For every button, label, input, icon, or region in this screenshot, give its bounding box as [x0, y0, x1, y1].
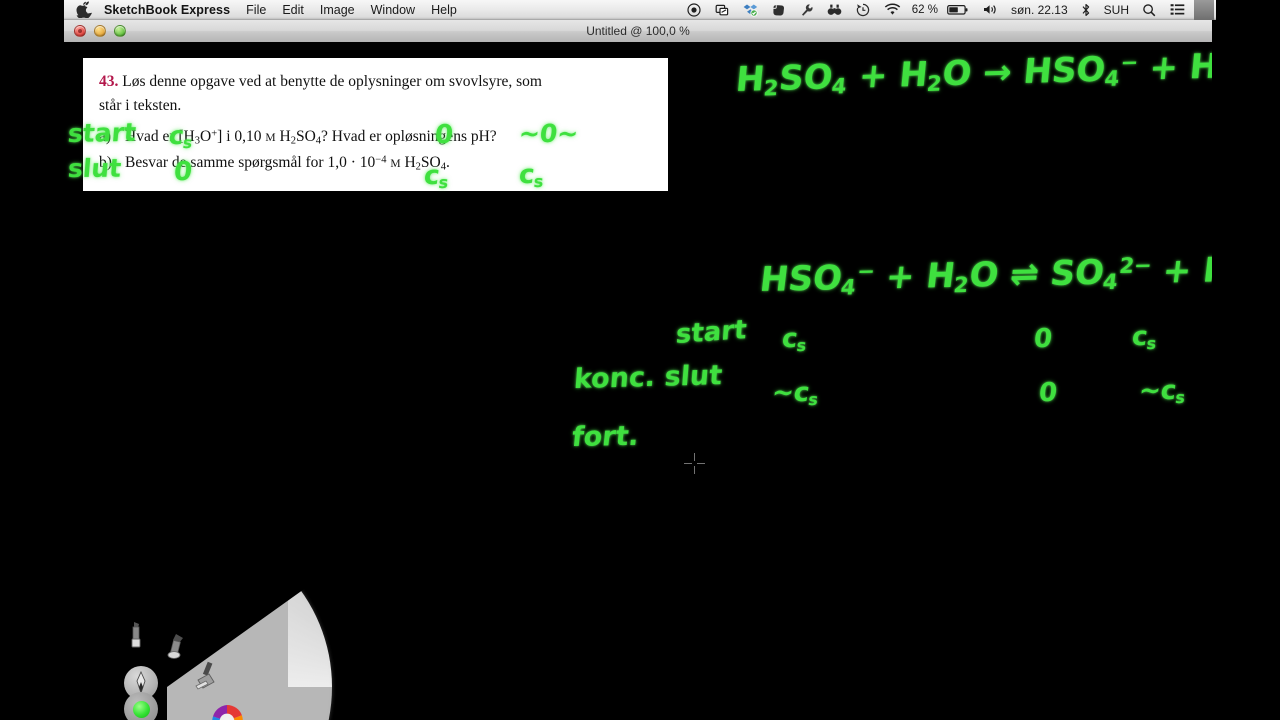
eq2-slut-product-1: 0: [1037, 378, 1059, 408]
menu-window[interactable]: Window: [371, 3, 415, 17]
color-wheel-icon[interactable]: [210, 704, 244, 720]
exercise-line-1-text: Løs denne opgave ved at benytte de oplys…: [122, 73, 542, 90]
mac-menu-bar: SketchBook Express File Edit Image Windo…: [64, 0, 1216, 20]
lagoon-tool-palette: [64, 522, 342, 720]
crosshair-cursor: [684, 453, 705, 474]
bluetooth-icon[interactable]: [1081, 3, 1091, 17]
time-machine-icon[interactable]: [856, 3, 870, 17]
menu-image[interactable]: Image: [320, 3, 355, 17]
eq1-start-reactant: cs: [167, 121, 194, 152]
eq1-slut-product-1: cs: [422, 161, 450, 193]
handwritten-equation-1: H2SO4 + H2O → HSO4− + H3O+: [734, 46, 1212, 101]
menu-file[interactable]: File: [246, 3, 266, 17]
eq1-row-label-start: start: [66, 117, 138, 149]
eq2-start-reactant: cs: [780, 324, 808, 356]
menu-bar-status-area: 62 % søn. 22.13 SUH: [680, 0, 1216, 20]
apple-logo-icon[interactable]: [76, 1, 92, 19]
color-swatch-dot: [132, 700, 150, 718]
window-title: Untitled @ 100,0 %: [586, 24, 690, 38]
close-window-button[interactable]: [74, 25, 86, 37]
screen-root: SketchBook Express File Edit Image Windo…: [0, 0, 1280, 720]
menu-clock[interactable]: søn. 22.13: [1011, 3, 1068, 17]
eq2-row-label-konc-slut: konc. slut: [572, 360, 724, 396]
menu-app-name[interactable]: SketchBook Express: [104, 3, 230, 17]
eq1-slut-product-2: cs: [517, 160, 545, 192]
eq2-start-product-2: cs: [1130, 322, 1158, 354]
window-title-bar: Untitled @ 100,0 %: [64, 20, 1212, 43]
minimize-window-button[interactable]: [94, 25, 106, 37]
eq2-start-product-1: 0: [1032, 324, 1054, 354]
wifi-icon[interactable]: [884, 3, 901, 16]
airbrush-tool-icon[interactable]: [159, 629, 193, 663]
binoculars-icon[interactable]: [827, 3, 842, 17]
eq1-start-product-1: 0: [433, 120, 455, 150]
battery-icon[interactable]: [947, 4, 969, 16]
menu-help[interactable]: Help: [431, 3, 457, 17]
current-color-swatch[interactable]: [124, 692, 158, 720]
screen-share-icon[interactable]: [715, 3, 729, 17]
eq2-row-label-start: start: [674, 314, 748, 351]
exercise-number: 43.: [99, 73, 119, 90]
dropbox-icon[interactable]: [743, 3, 758, 17]
exercise-line-2: står i teksten.: [99, 97, 182, 115]
stamp-tool-icon[interactable]: [190, 659, 224, 693]
screen-record-icon[interactable]: [687, 2, 701, 17]
eq1-start-product-2: ~0~: [517, 119, 581, 148]
eq1-slut-reactant: 0: [172, 157, 194, 187]
menu-user-name[interactable]: SUH: [1104, 3, 1129, 17]
menu-extras-edge: [1194, 0, 1214, 20]
wrench-icon[interactable]: [800, 3, 813, 17]
search-icon[interactable]: [1142, 3, 1156, 17]
eq2-row-label-fort: fort.: [570, 420, 641, 454]
zoom-window-button[interactable]: [114, 25, 126, 37]
menu-edit[interactable]: Edit: [282, 3, 304, 17]
eq1-row-label-slut: slut: [66, 153, 123, 184]
exercise-line-1: 43. Løs denne opgave ved at benytte de o…: [99, 70, 652, 94]
battery-percent-label: 62 %: [911, 3, 938, 16]
handwritten-equation-2: HSO4− + H2O ⇌ SO42− + H3O+: [757, 250, 1212, 301]
evernote-icon[interactable]: [772, 3, 786, 17]
sketch-canvas[interactable]: 43. Løs denne opgave ved at benytte de o…: [64, 42, 1212, 720]
eq2-slut-reactant: ~cs: [769, 378, 820, 410]
volume-icon[interactable]: [983, 3, 998, 16]
brush-tool-icon[interactable]: [119, 618, 153, 652]
notification-center-icon[interactable]: [1170, 3, 1185, 16]
eq2-slut-product-2: ~cs: [1137, 376, 1187, 408]
